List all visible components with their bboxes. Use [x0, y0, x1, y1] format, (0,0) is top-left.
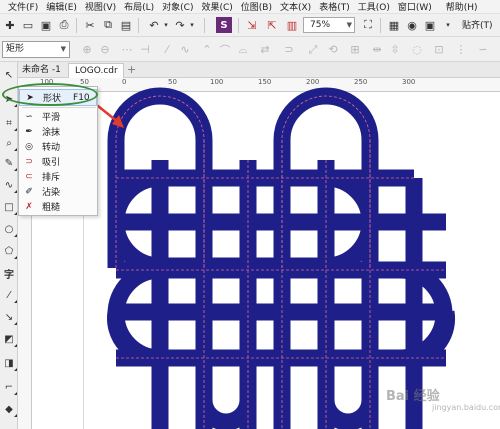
flyout-item-label: 平滑 [42, 113, 61, 123]
flyout-attract-tool[interactable]: ⊃ 吸引 [19, 154, 97, 169]
smear-tool-icon: ✒ [25, 126, 33, 137]
flyout-item-label: 粗糙 [42, 203, 61, 213]
baidu-watermark: Bai 经验 [386, 389, 440, 404]
flyout-item-label: 吸引 [42, 158, 61, 168]
flyout-smooth-tool[interactable]: ∽ 平滑 [19, 109, 97, 124]
flyout-repel-tool[interactable]: ⊂ 排斥 [19, 169, 97, 184]
flyout-smudge-tool[interactable]: ✐ 沾染 [19, 184, 97, 199]
smooth-tool-icon: ∽ [25, 111, 33, 122]
flyout-smear-tool[interactable]: ✒ 涂抹 [19, 124, 97, 139]
flyout-item-label: 涂抹 [42, 128, 61, 138]
flyout-item-label: 排斥 [42, 173, 61, 183]
flyout-roughen-tool[interactable]: ✗ 粗糙 [19, 199, 97, 214]
attract-tool-icon: ⊃ [25, 156, 33, 167]
flyout-item-label: 转动 [42, 143, 61, 153]
flyout-twirl-tool[interactable]: ◎ 转动 [19, 139, 97, 154]
flyout-divider [22, 107, 96, 108]
annotation-oval [2, 83, 98, 106]
flyout-item-label: 沾染 [42, 188, 61, 198]
twirl-tool-icon: ◎ [25, 141, 33, 152]
baidu-watermark-url: jingyan.baidu.com [432, 403, 500, 412]
roughen-brush-icon: ✗ [25, 201, 33, 212]
repel-tool-icon: ⊂ [25, 171, 33, 182]
smudge-brush-icon: ✐ [25, 186, 33, 197]
